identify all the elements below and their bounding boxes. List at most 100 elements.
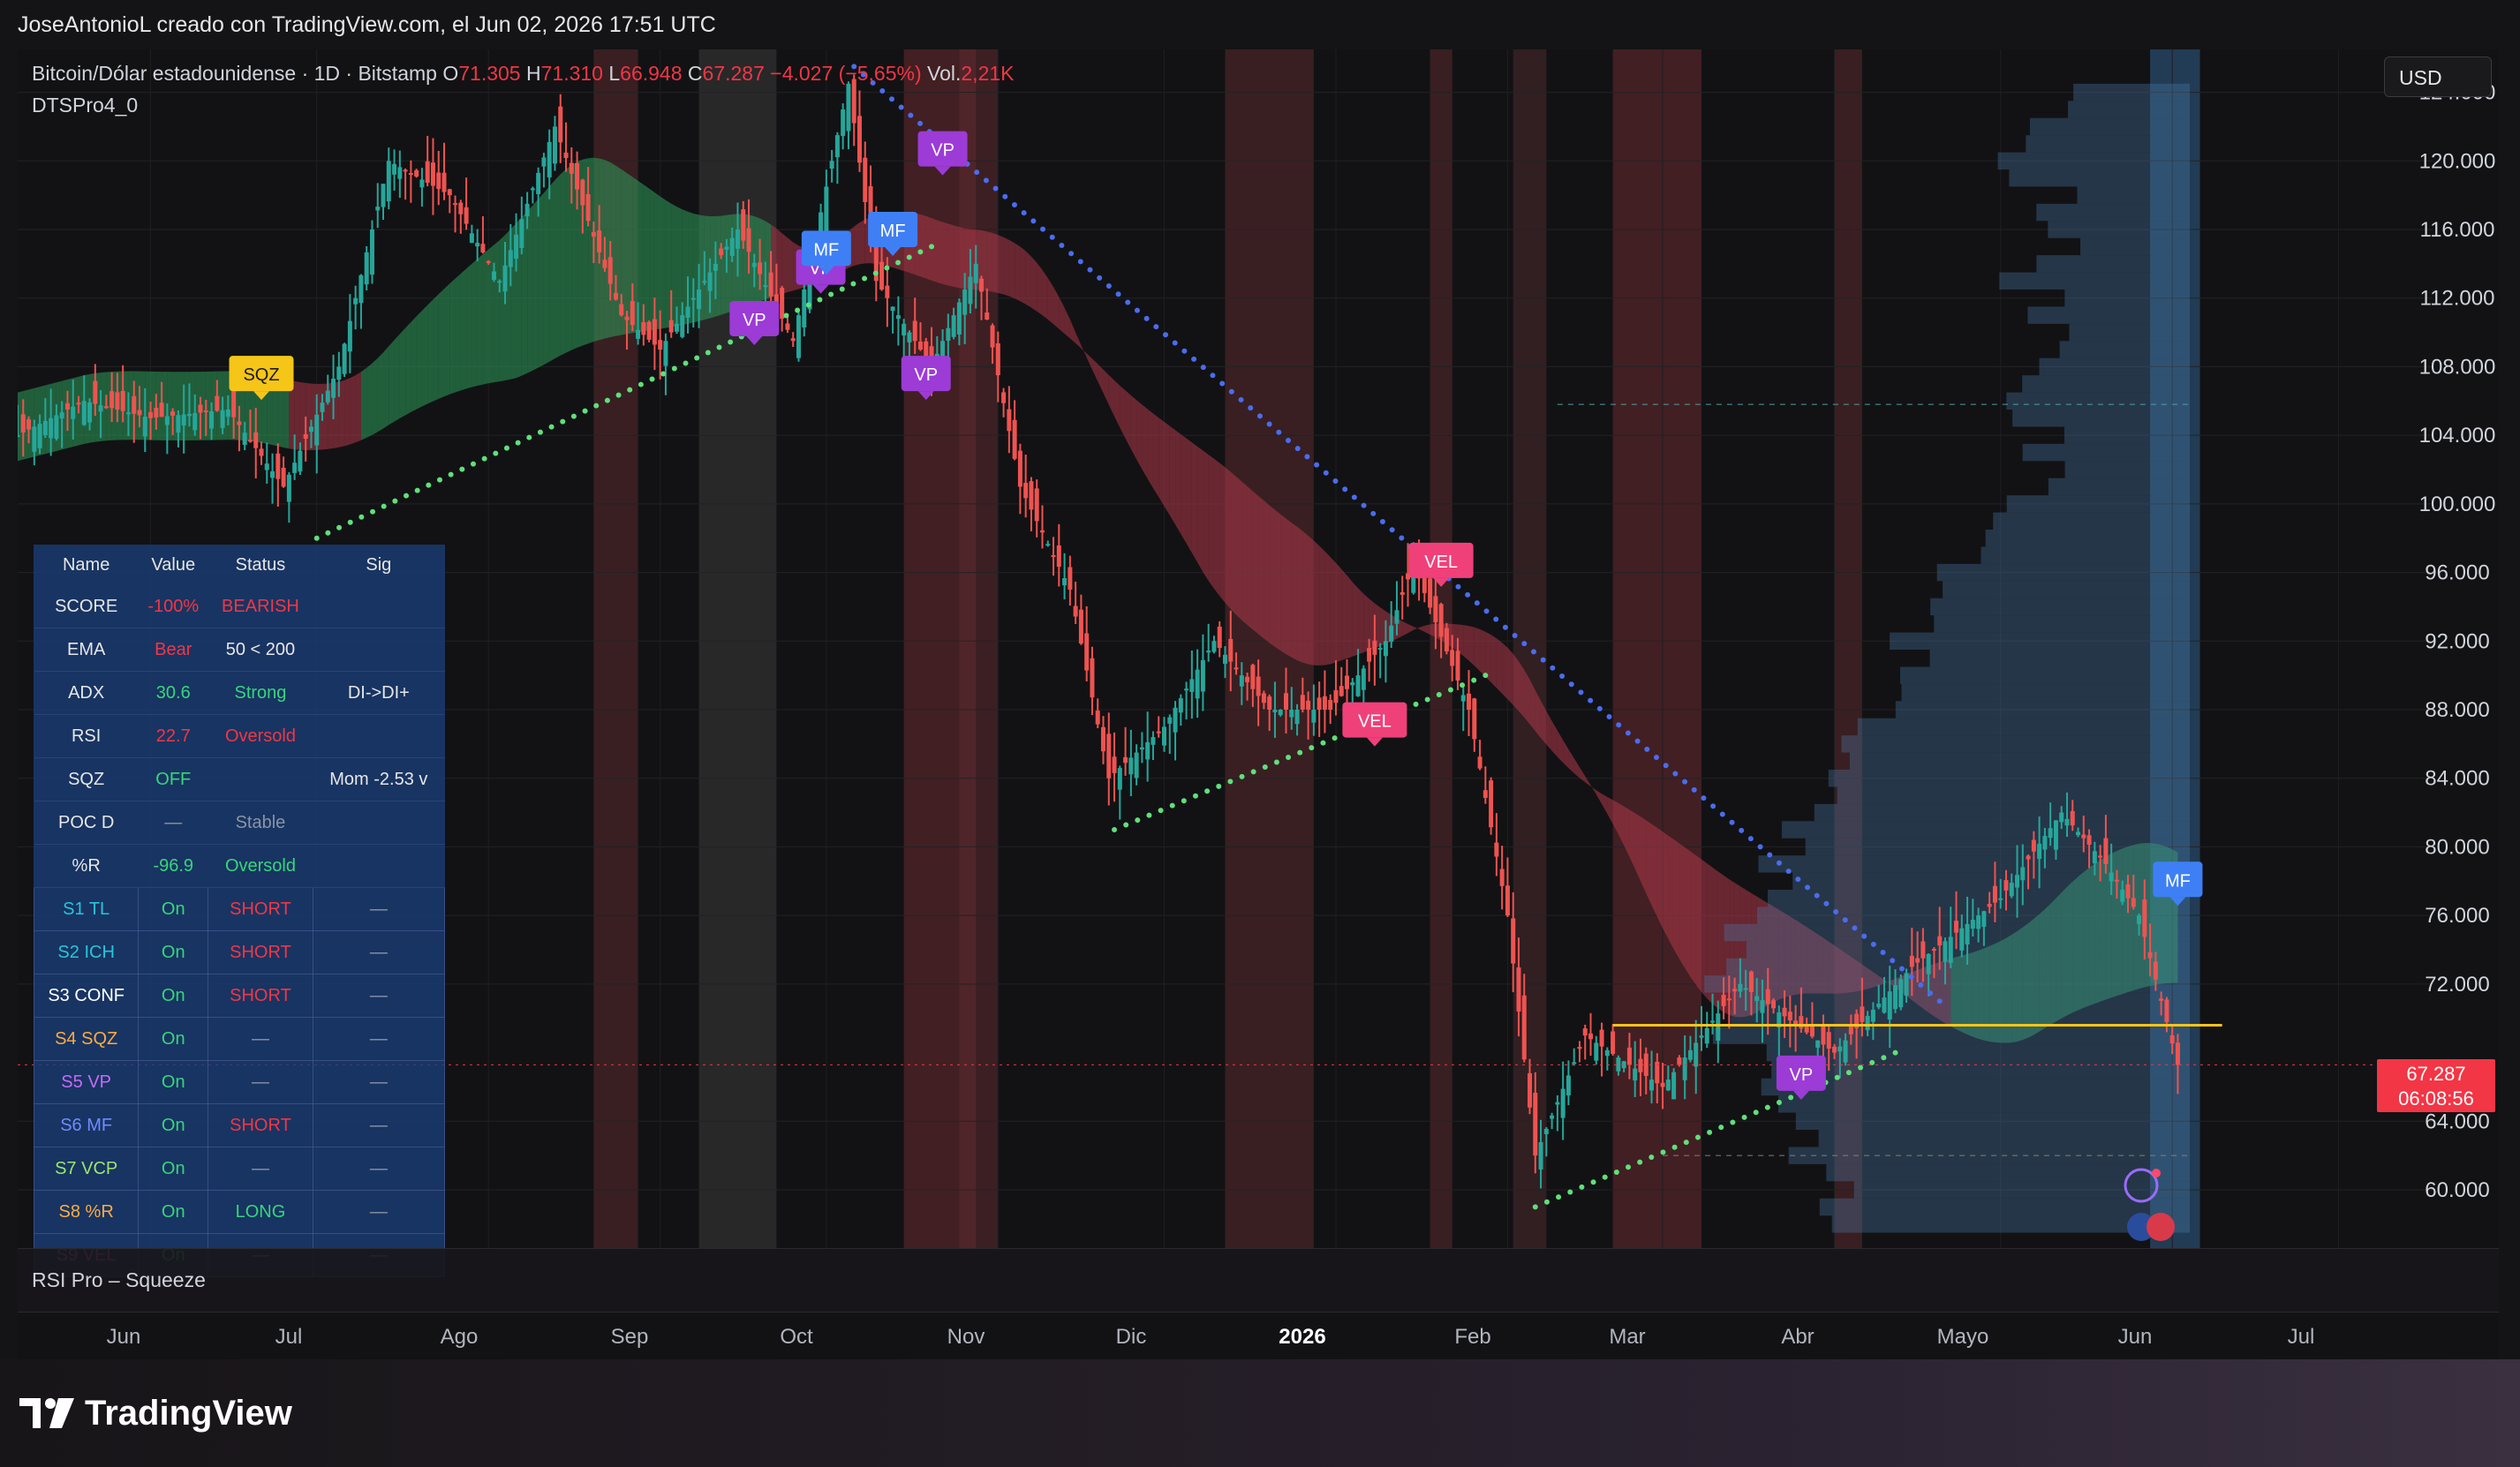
candle-body [1809, 1026, 1815, 1037]
trend-cloud-segment [1651, 824, 1657, 917]
support-trendline-dot [1788, 1095, 1794, 1101]
candle-body [347, 320, 352, 352]
trend-cloud-segment [532, 199, 539, 371]
candle-body [2153, 961, 2158, 980]
row-status: Strong [207, 671, 313, 715]
strategy-value: On [138, 974, 209, 1018]
candle-body [2076, 831, 2081, 836]
y-tick-label: 112.000 [2420, 287, 2495, 311]
candle-body [1793, 1020, 1799, 1025]
row-name: SQZ [34, 757, 139, 801]
candle-body [685, 306, 690, 318]
row-sig: DI->DI+ [313, 671, 445, 715]
resistance-trendline-dot [1483, 608, 1490, 614]
support-trendline-dot [917, 249, 924, 255]
trend-cloud-segment [1175, 430, 1181, 534]
strategy-name: S6 MF [33, 1103, 140, 1147]
candle-body [98, 405, 103, 412]
candle-body [225, 410, 230, 418]
candle-body [1112, 756, 1117, 773]
strategy-row: S1 TL On SHORT — [33, 887, 446, 931]
candle-body [1516, 967, 1521, 1012]
candle-body [1372, 640, 1377, 655]
currency-button[interactable]: USD [2384, 56, 2492, 97]
symbol-legend[interactable]: Bitcoin/Dólar estadounidense · 1D · Bits… [32, 62, 1015, 86]
symbol-name[interactable]: Bitcoin/Dólar estadounidense · 1D · Bits… [32, 62, 437, 85]
candle-body [2015, 875, 2020, 888]
candle-body [1937, 936, 1943, 946]
row-name: ADX [34, 671, 139, 715]
signal-marker-label: VP [931, 141, 954, 161]
resistance-trendline-dot [1105, 283, 1112, 290]
candle-body [990, 325, 995, 348]
candle-body [591, 231, 596, 237]
x-tick-label: Mar [1609, 1325, 1646, 1349]
candle-body [164, 416, 170, 425]
resistance-trendline-dot [1861, 933, 1867, 939]
support-trendline-dot [627, 387, 633, 393]
support-trendline-dot [1532, 1204, 1538, 1210]
candle-body [2026, 855, 2031, 860]
candle-body [707, 272, 713, 291]
candle-body [834, 135, 840, 158]
candle-body [392, 163, 397, 175]
resistance-trendline-dot [898, 104, 904, 110]
resistance-trendline-dot [879, 88, 886, 94]
indicator-legend[interactable]: DTSPro4_0 [32, 94, 138, 117]
resistance-trendline-dot [1465, 591, 1471, 598]
row-status: Oversold [207, 844, 313, 888]
table-row: %R -96.9 Oversold [34, 844, 445, 888]
candle-body [613, 292, 618, 300]
support-trendline-dot [481, 455, 487, 462]
candle-body [768, 272, 773, 297]
y-tick-label: 96.000 [2425, 561, 2489, 585]
trend-cloud-segment [527, 205, 533, 373]
candle-body [1505, 885, 1510, 916]
trend-cloud-segment [1025, 251, 1031, 308]
row-value: -100% [138, 585, 208, 628]
candle-body [978, 278, 984, 292]
row-value: 22.7 [138, 714, 208, 758]
resistance-trendline-dot [1172, 340, 1178, 346]
candle-body [741, 209, 746, 241]
trend-cloud-segment [389, 340, 395, 425]
volume-profile-bar [1934, 615, 2190, 633]
trend-cloud-segment [1358, 588, 1364, 655]
resistance-trendline-dot [1351, 494, 1357, 500]
candle-body [1682, 1057, 1687, 1080]
resistance-trendline-dot [888, 96, 894, 102]
resistance-trendline-dot [1314, 462, 1320, 468]
row-value: -96.9 [138, 844, 208, 888]
candle-body [253, 432, 259, 448]
candle-body [342, 343, 347, 374]
rsi-pane[interactable]: RSI Pro – Squeeze [18, 1248, 2499, 1313]
strategy-value: On [138, 1060, 209, 1104]
candle-body [2081, 834, 2086, 839]
candle-body [2020, 867, 2026, 881]
support-trendline-dot [660, 371, 667, 377]
support-trendline-dot [436, 477, 442, 483]
rsi-pane-title[interactable]: RSI Pro – Squeeze [32, 1268, 206, 1292]
time-axis[interactable]: Jun Jul Ago Sep Oct Nov Dic 2026 Feb Mar… [18, 1312, 2499, 1361]
candle-body [2103, 838, 2109, 864]
volume-profile-bar [2006, 392, 2190, 410]
candle-body [1023, 483, 1029, 499]
trend-cloud-segment [942, 222, 948, 286]
support-trendline-dot [929, 244, 935, 250]
candle-body [1987, 904, 1992, 907]
candle-body [536, 172, 541, 194]
trend-cloud-segment [1663, 831, 1669, 939]
strategy-sig: — [312, 1060, 446, 1104]
strategy-status: SHORT [207, 887, 313, 931]
support-trendline-dot [671, 365, 677, 372]
event-dot-icon [2152, 1169, 2161, 1177]
strategy-row: S4 SQZ On — — [33, 1017, 446, 1061]
resistance-trendline-dot [1833, 909, 1839, 915]
support-trendline-dot [828, 291, 834, 297]
support-trendline-dot [872, 270, 879, 276]
trend-cloud-segment [350, 375, 356, 445]
support-trendline-dot [593, 402, 600, 409]
brand[interactable]: TradingView [19, 1391, 292, 1435]
resistance-trendline-dot [1210, 372, 1216, 379]
candle-body [946, 327, 951, 342]
